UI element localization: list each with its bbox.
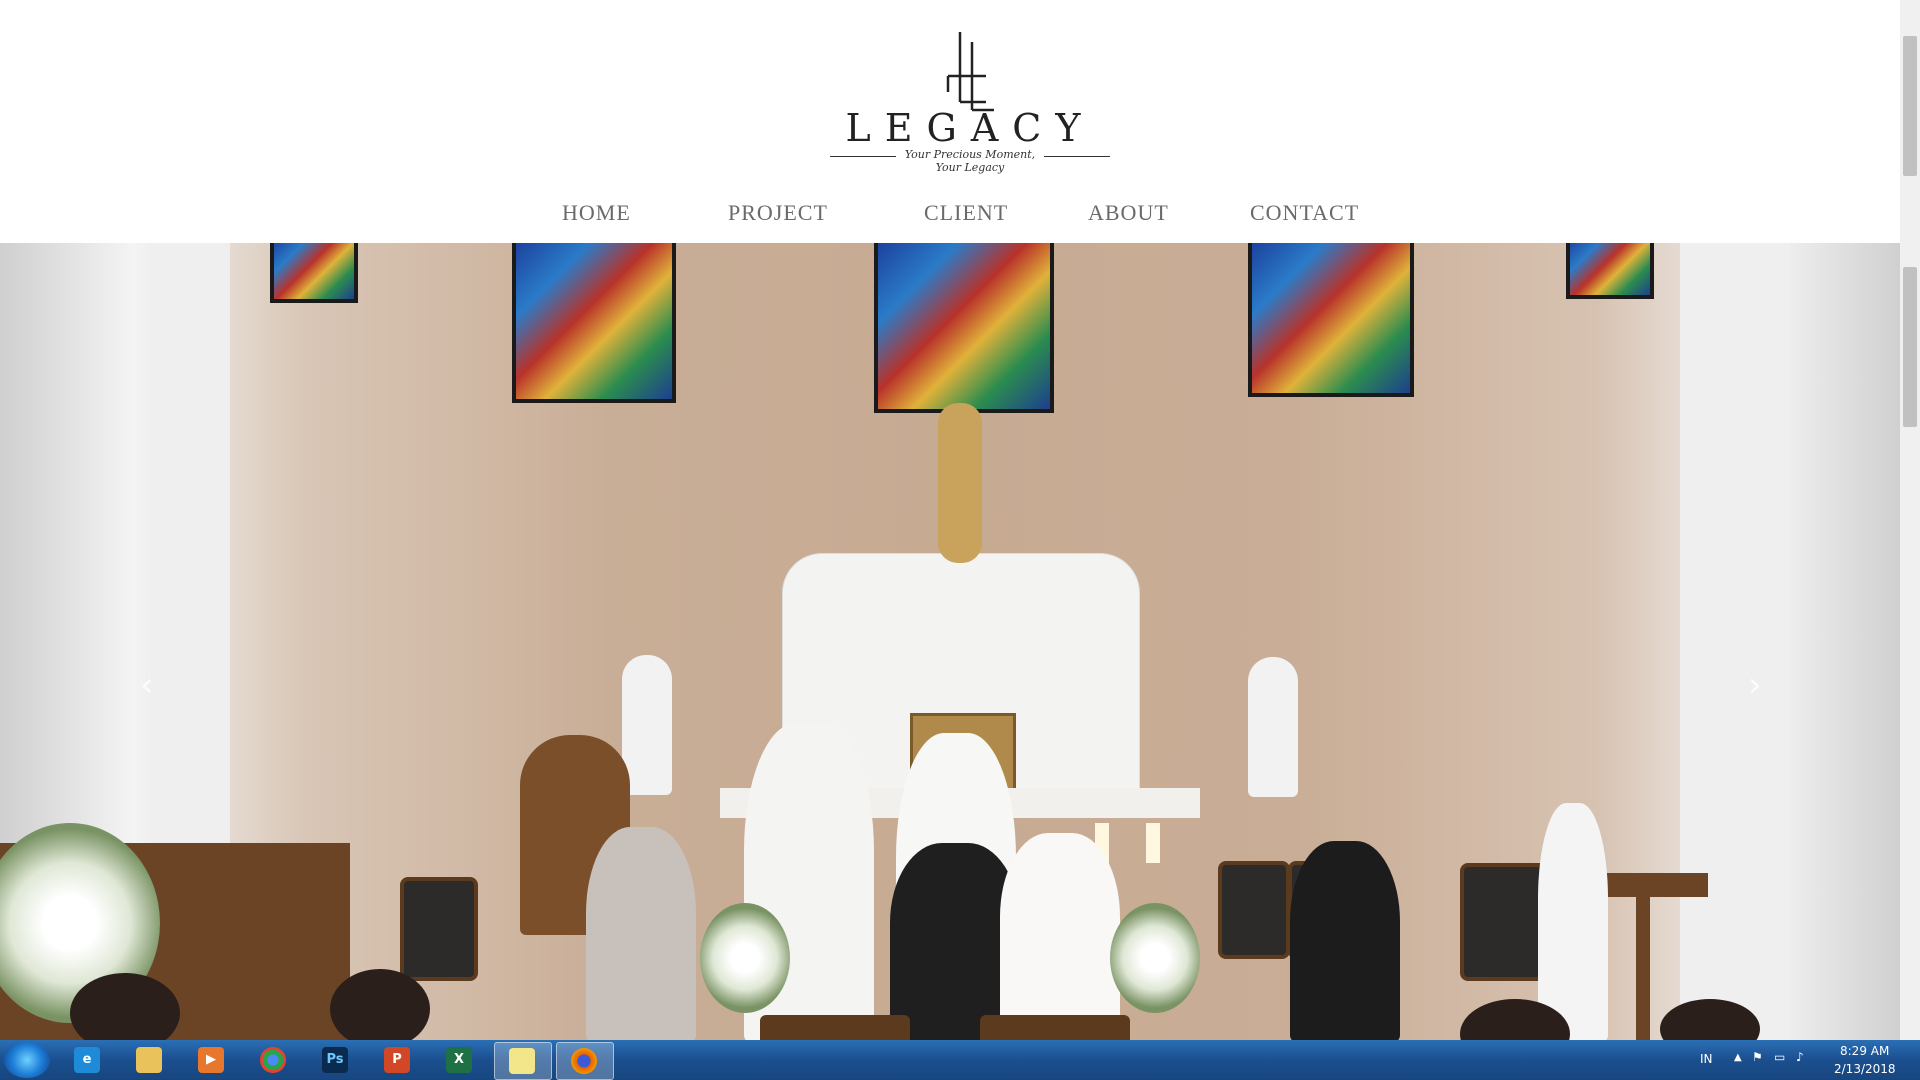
taskbar-powerpoint[interactable]: P	[370, 1042, 426, 1078]
taskbar-internet-explorer[interactable]: e	[60, 1042, 116, 1078]
lector	[1538, 803, 1608, 1040]
language-indicator[interactable]: IN	[1700, 1052, 1713, 1066]
chair	[400, 877, 478, 981]
inner-scrollbar[interactable]	[1900, 243, 1920, 1040]
main-nav: HOME PROJECT CLIENT ABOUT CONTACT	[0, 200, 1900, 230]
network-icon[interactable]: ▭	[1774, 1050, 1785, 1064]
firefox-icon	[571, 1048, 597, 1074]
bride	[1000, 833, 1120, 1040]
stained-glass-window	[874, 243, 1054, 413]
guest-head	[330, 969, 430, 1040]
show-hidden-icons-icon[interactable]: ▲	[1734, 1052, 1742, 1063]
legacy-logo[interactable]: LEGACY Your Precious Moment, Your Legacy	[820, 28, 1120, 174]
start-button[interactable]	[4, 1042, 50, 1078]
nav-contact[interactable]: CONTACT	[1250, 200, 1359, 226]
taskbar-firefox[interactable]	[556, 1042, 614, 1080]
angel-statue	[1248, 657, 1298, 797]
wall-pillar	[1680, 243, 1790, 1040]
inner-scrollbar-thumb[interactable]	[1903, 267, 1917, 427]
taskbar-media-player[interactable]: ▶	[184, 1042, 240, 1078]
system-tray: IN ▲ ⚑ ▭ ♪ 8:29 AM 2/13/2018	[1700, 1040, 1920, 1080]
hanging-lamp	[938, 403, 982, 563]
tagline-left-rule	[830, 156, 896, 157]
logo-wordmark: LEGACY	[845, 106, 1095, 150]
stained-glass-window	[512, 243, 676, 403]
chair	[1460, 863, 1550, 981]
lectern-stand	[1636, 893, 1650, 1040]
site-header: LEGACY Your Precious Moment, Your Legacy…	[0, 0, 1900, 243]
stained-glass-window	[1566, 243, 1654, 299]
powerpoint-icon: P	[384, 1047, 410, 1073]
logo-tagline: Your Precious Moment, Your Legacy	[904, 148, 1036, 174]
nav-home[interactable]: HOME	[562, 200, 631, 226]
windows-taskbar: e ▶ Ps P X IN ▲ ⚑ ▭ ♪ 8:29 AM 2/13/2018	[0, 1040, 1920, 1080]
nav-client[interactable]: CLIENT	[924, 200, 1008, 226]
stained-glass-window	[270, 243, 358, 303]
tagline-right-rule	[1044, 156, 1110, 157]
page-scrollbar[interactable]	[1900, 0, 1920, 243]
action-center-flag-icon[interactable]: ⚑	[1752, 1050, 1763, 1064]
clock-date[interactable]: 2/13/2018	[1834, 1062, 1896, 1076]
taskbar-sticky-notes[interactable]	[494, 1042, 552, 1080]
volume-icon[interactable]: ♪	[1796, 1050, 1804, 1064]
folder-icon	[136, 1047, 162, 1073]
flower-arrangement	[700, 903, 790, 1013]
media-player-icon: ▶	[198, 1047, 224, 1073]
taskbar-excel[interactable]: X	[432, 1042, 488, 1078]
nav-project[interactable]: PROJECT	[728, 200, 828, 226]
chair	[1218, 861, 1290, 959]
internet-explorer-icon: e	[74, 1047, 100, 1073]
sticky-notes-icon	[509, 1048, 535, 1074]
photoshop-icon: Ps	[322, 1047, 348, 1073]
flower-arrangement	[1110, 903, 1200, 1013]
father-of-bride	[1290, 841, 1400, 1040]
mother-of-bride	[586, 827, 696, 1040]
pew	[760, 1015, 910, 1040]
excel-icon: X	[446, 1047, 472, 1073]
logo-tagline-row: Your Precious Moment, Your Legacy	[820, 146, 1120, 174]
pew	[980, 1015, 1130, 1040]
clock-time[interactable]: 8:29 AM	[1840, 1044, 1889, 1058]
angel-statue	[622, 655, 672, 795]
logo-mark-icon	[946, 32, 994, 112]
candle	[1146, 823, 1160, 863]
slider-prev-icon[interactable]: ‹	[140, 665, 154, 705]
nav-about[interactable]: ABOUT	[1088, 200, 1169, 226]
hero-slider-image	[0, 243, 1900, 1040]
taskbar-chrome[interactable]	[246, 1042, 302, 1078]
taskbar-file-explorer[interactable]	[122, 1042, 178, 1078]
slider-next-icon[interactable]: ›	[1748, 665, 1762, 705]
stained-glass-window	[1248, 243, 1414, 397]
chrome-icon	[260, 1047, 286, 1073]
taskbar-photoshop[interactable]: Ps	[308, 1042, 364, 1078]
page-scrollbar-thumb[interactable]	[1903, 36, 1917, 176]
